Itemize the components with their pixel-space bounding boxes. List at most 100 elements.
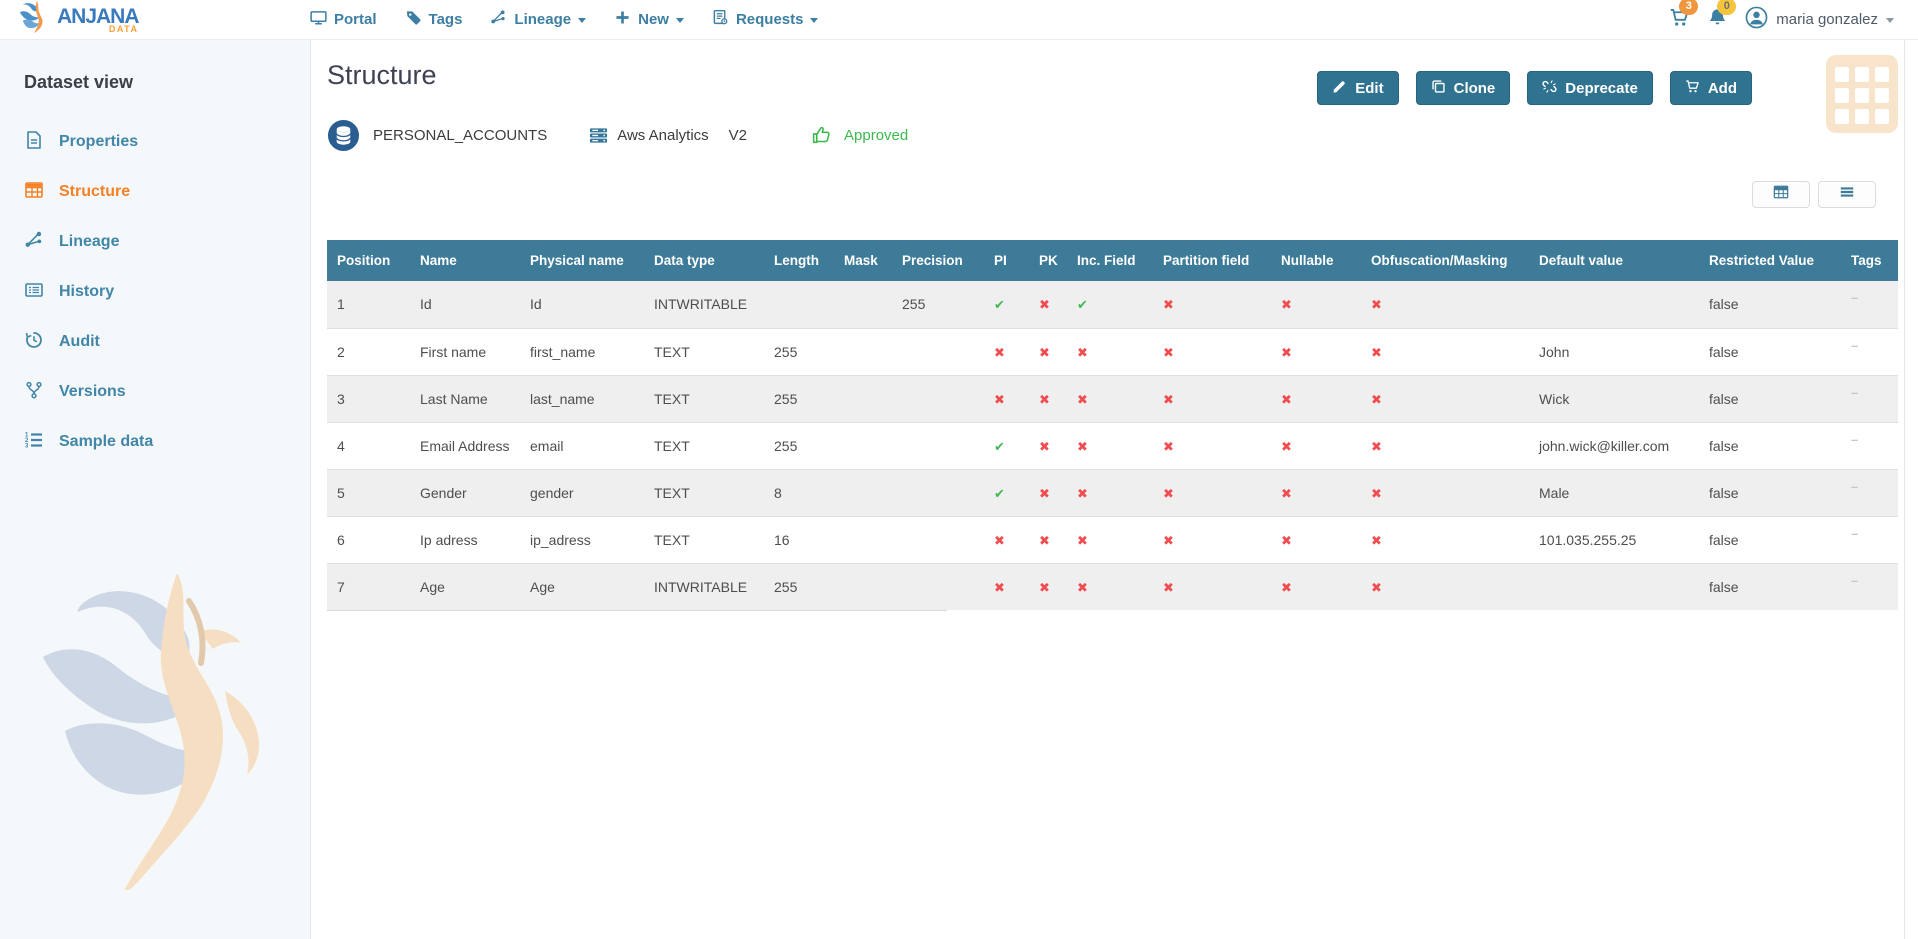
cross-icon: ✖	[1371, 533, 1382, 548]
table-cell: –	[1841, 281, 1898, 328]
table-cell: TEXT	[644, 422, 764, 469]
nav-item-label: Tags	[429, 11, 463, 28]
sidebar-item-sample-data[interactable]: 123 Sample data	[24, 417, 300, 467]
table-cell	[834, 516, 892, 563]
button-label: Clone	[1454, 80, 1496, 97]
scrollbar-track[interactable]	[1904, 40, 1905, 939]
table-cell: TEXT	[644, 469, 764, 516]
table-cell	[892, 328, 984, 375]
pencil-icon	[1332, 79, 1347, 98]
nav-item-requests[interactable]: Requests	[712, 9, 819, 30]
table-cell: ✖	[984, 375, 1029, 422]
edit-button[interactable]: Edit	[1317, 71, 1398, 105]
datasource-name: Aws Analytics	[617, 127, 708, 144]
table-cell: ✖	[1029, 563, 1067, 610]
table-cell: false	[1699, 375, 1841, 422]
table-cell: ✔	[984, 422, 1029, 469]
table-cell: ✖	[1361, 422, 1529, 469]
cross-icon: ✖	[1163, 297, 1174, 312]
cross-icon: ✖	[994, 580, 1005, 595]
sidebar-title: Dataset view	[24, 72, 300, 93]
cross-icon: ✖	[1281, 392, 1292, 407]
table-icon	[24, 180, 44, 205]
table-row: 4Email AddressemailTEXT255✔✖✖✖✖✖john.wic…	[327, 422, 1898, 469]
table-cell: –	[1841, 422, 1898, 469]
app-logo[interactable]: ANJANA DATA	[18, 0, 310, 39]
cross-icon: ✖	[1077, 345, 1088, 360]
brand-text: ANJANA DATA	[57, 6, 139, 34]
sidebar-item-structure[interactable]: Structure	[24, 167, 300, 217]
table-cell: ✖	[1361, 281, 1529, 328]
table-cell: Wick	[1529, 375, 1699, 422]
user-menu[interactable]: maria gonzalez	[1745, 6, 1894, 34]
column-header: Tags	[1841, 240, 1898, 281]
cross-icon: ✖	[1039, 345, 1050, 360]
table-cell: TEXT	[644, 328, 764, 375]
table-cell: ✖	[1067, 375, 1153, 422]
sidebar-item-lineage[interactable]: Lineage	[24, 217, 300, 267]
user-avatar-icon	[1745, 6, 1768, 34]
brand-sub: DATA	[109, 25, 139, 34]
table-cell: false	[1699, 328, 1841, 375]
status-badge: Approved	[844, 127, 908, 144]
add-button[interactable]: Add	[1670, 71, 1752, 105]
cross-icon: ✖	[1077, 533, 1088, 548]
table-cell: Male	[1529, 469, 1699, 516]
empty-tag-dash: –	[1851, 338, 1858, 353]
cart-button[interactable]: 3	[1669, 7, 1690, 33]
table-cell: ✖	[1271, 422, 1361, 469]
grid-view-button[interactable]	[1752, 181, 1810, 208]
cross-icon: ✖	[1371, 392, 1382, 407]
check-icon: ✔	[994, 297, 1005, 312]
nav-item-new[interactable]: New	[614, 9, 684, 30]
clone-button[interactable]: Clone	[1416, 71, 1511, 105]
list-view-button[interactable]	[1818, 181, 1876, 208]
table-cell: Ip adress	[410, 516, 520, 563]
table-row: 5GendergenderTEXT8✔✖✖✖✖✖Malefalse–	[327, 469, 1898, 516]
chevron-down-icon	[578, 18, 586, 23]
table-cell: ✖	[1153, 328, 1271, 375]
table-cell: ✖	[1067, 328, 1153, 375]
sidebar-item-history[interactable]: History	[24, 267, 300, 317]
table-cell: –	[1841, 563, 1898, 610]
cross-icon: ✖	[1281, 345, 1292, 360]
sidebar-item-properties[interactable]: Properties	[24, 117, 300, 167]
deprecate-button[interactable]: Deprecate	[1527, 71, 1653, 105]
dataset-name: PERSONAL_ACCOUNTS	[373, 127, 547, 144]
table-cell: john.wick@killer.com	[1529, 422, 1699, 469]
sidebar-item-label: Lineage	[59, 233, 119, 251]
sidebar-item-versions[interactable]: Versions	[24, 367, 300, 417]
cross-icon: ✖	[1371, 297, 1382, 312]
table-cell	[834, 563, 892, 610]
topnav-right: 3 0 maria gonzalez	[1669, 6, 1894, 34]
table-cell: ✖	[1361, 563, 1529, 610]
sidebar-item-audit[interactable]: Audit	[24, 317, 300, 367]
table-cell	[892, 563, 984, 610]
cross-icon: ✖	[1039, 533, 1050, 548]
nav-item-tags[interactable]: Tags	[405, 9, 463, 30]
table-cell: Gender	[410, 469, 520, 516]
table-cell	[764, 281, 834, 328]
audit-icon	[24, 330, 44, 355]
empty-tag-dash: –	[1851, 432, 1858, 447]
table-cell: ✖	[1029, 469, 1067, 516]
table-row: 2First namefirst_nameTEXT255✖✖✖✖✖✖Johnfa…	[327, 328, 1898, 375]
empty-tag-dash: –	[1851, 385, 1858, 400]
cross-icon: ✖	[1163, 486, 1174, 501]
notifications-button[interactable]: 0	[1707, 7, 1728, 33]
cross-icon: ✖	[1039, 297, 1050, 312]
table-cell: Id	[520, 281, 644, 328]
cross-icon: ✖	[994, 345, 1005, 360]
structure-table: PositionNamePhysical nameData typeLength…	[327, 240, 1898, 610]
table-cell: John	[1529, 328, 1699, 375]
cross-icon: ✖	[1281, 297, 1292, 312]
lineage-icon	[24, 230, 44, 255]
table-cell: ip_adress	[520, 516, 644, 563]
table-cell: 255	[764, 375, 834, 422]
server-icon	[589, 126, 608, 145]
table-cell: 7	[327, 563, 410, 610]
chevron-down-icon	[810, 18, 818, 23]
nav-item-portal[interactable]: Portal	[310, 9, 377, 30]
table-cell: ✖	[1067, 469, 1153, 516]
nav-item-lineage[interactable]: Lineage	[490, 9, 586, 30]
